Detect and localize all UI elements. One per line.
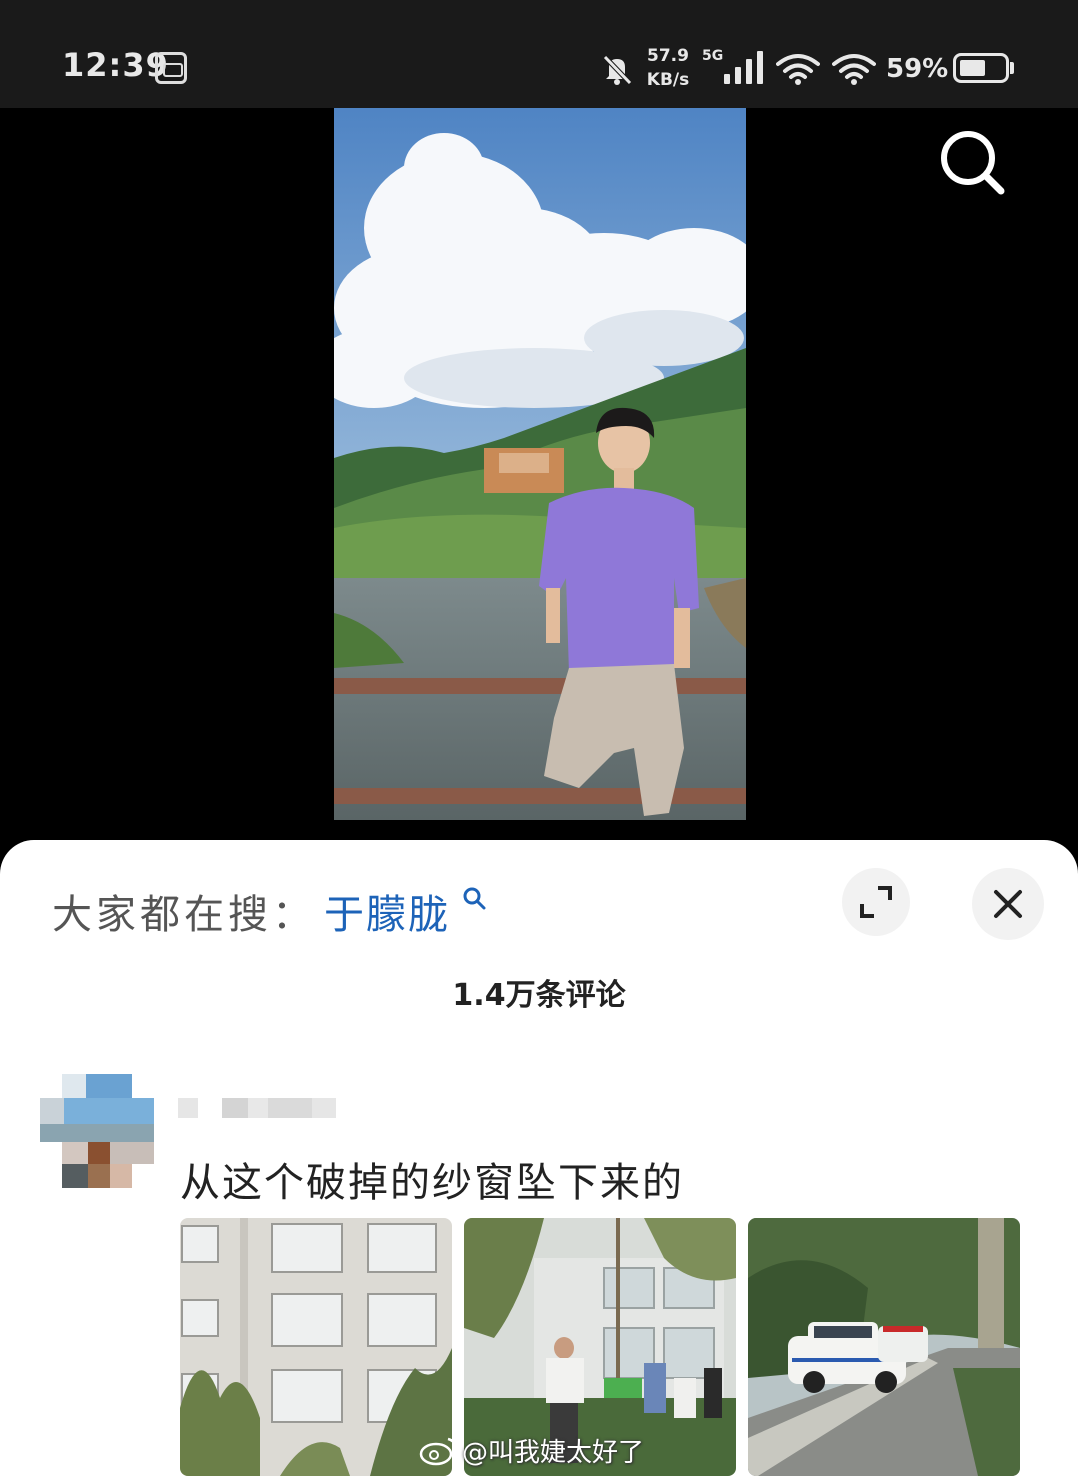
trending-keyword-link[interactable]: 于朦胧	[324, 882, 450, 940]
watermark-text: @叫我婕太好了	[462, 1438, 645, 1468]
status-time: 12:39	[62, 46, 169, 84]
comments-sheet: 大家都在搜： 于朦胧 1.4万条评论 从这个破掉的纱窗坠下来的 @叫我婕太好了	[0, 840, 1078, 1476]
battery-icon	[953, 53, 1009, 83]
screenshot-notification-icon	[155, 52, 187, 84]
video-player[interactable]	[334, 108, 746, 820]
network-speed: 57.9 KB/s	[646, 44, 690, 92]
mute-bell-icon	[603, 55, 632, 85]
expand-button[interactable]	[842, 868, 910, 936]
battery-percent: 59%	[886, 54, 949, 84]
expand-icon	[860, 886, 892, 918]
cellular-signal-icon	[718, 50, 764, 84]
status-bar: 12:39 57.9 KB/s 5G 59%	[0, 0, 1078, 108]
weibo-logo-icon	[419, 1437, 457, 1466]
trending-search-label: 大家都在搜：	[52, 892, 316, 938]
comment-photo-3[interactable]	[748, 1218, 1020, 1476]
username-redacted[interactable]	[178, 1098, 336, 1118]
network-speed-value: 57.9	[647, 46, 689, 66]
network-speed-unit: KB/s	[646, 70, 690, 90]
battery-cap	[1010, 62, 1014, 74]
video-frame-image	[334, 108, 746, 820]
battery-level-fill	[960, 60, 985, 76]
wifi-icon	[832, 54, 876, 85]
comment-text: 从这个破掉的纱窗坠下来的	[180, 1160, 684, 1206]
comment-photo-1[interactable]	[180, 1218, 452, 1476]
close-icon	[994, 890, 1022, 918]
keyword-search-icon[interactable]	[462, 886, 488, 912]
close-button[interactable]	[972, 868, 1044, 940]
search-icon[interactable]	[938, 128, 1006, 196]
comment-count: 1.4万条评论	[452, 978, 626, 1013]
wifi-icon	[776, 54, 820, 85]
avatar[interactable]	[40, 1074, 156, 1190]
